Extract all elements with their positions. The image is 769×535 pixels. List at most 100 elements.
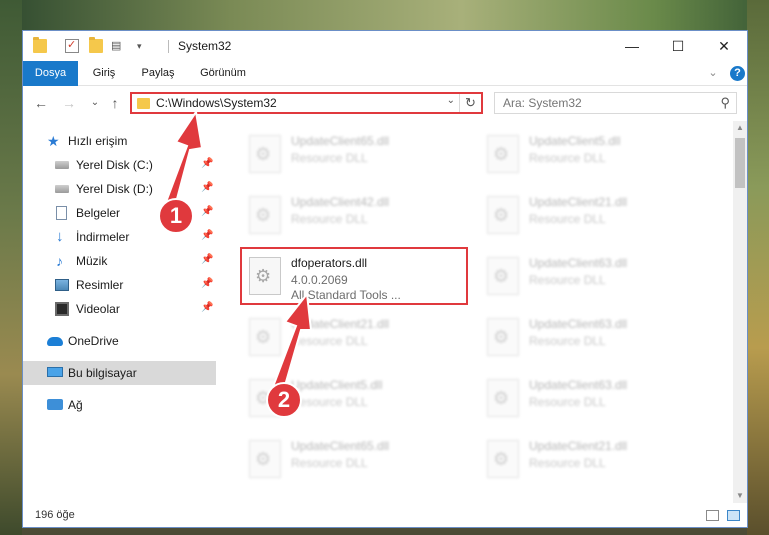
file-description: Resource DLL bbox=[529, 395, 606, 409]
pin-icon[interactable]: 📌 bbox=[201, 230, 213, 241]
file-description: Resource DLL bbox=[529, 151, 606, 165]
sidebar-item-local-disk-c[interactable]: Yerel Disk (C:) 📌 bbox=[23, 153, 216, 177]
vertical-scrollbar[interactable]: ▲ ▼ bbox=[733, 121, 747, 503]
file-description: Resource DLL bbox=[529, 334, 606, 348]
maximize-button[interactable]: ☐ bbox=[655, 31, 701, 61]
ribbon-tabs: Dosya Giriş Paylaş Görünüm ⌄ ? bbox=[23, 61, 747, 86]
dll-file-icon bbox=[487, 318, 519, 356]
sidebar-item-music[interactable]: ♪ Müzik 📌 bbox=[23, 249, 216, 273]
view-options-icon[interactable]: ▤ bbox=[111, 39, 125, 53]
desktop-background-left bbox=[0, 0, 22, 535]
file-name: UpdateClient5.dll bbox=[529, 134, 621, 148]
address-path[interactable]: C:\Windows\System32 bbox=[156, 96, 277, 110]
file-tile[interactable]: UpdateClient63.dll Resource DLL bbox=[479, 369, 709, 425]
file-tile[interactable]: UpdateClient42.dll Resource DLL bbox=[241, 186, 471, 242]
file-tile[interactable]: UpdateClient65.dll Resource DLL bbox=[241, 430, 471, 486]
address-dropdown-icon[interactable]: ⌄ bbox=[447, 95, 455, 106]
file-description: Resource DLL bbox=[291, 212, 368, 226]
up-button[interactable]: ↑ bbox=[107, 94, 123, 112]
file-description: Resource DLL bbox=[291, 334, 368, 348]
pin-icon[interactable]: 📌 bbox=[201, 278, 213, 289]
details-view-icon[interactable] bbox=[706, 510, 719, 521]
refresh-button[interactable]: ↻ bbox=[459, 94, 481, 112]
sidebar-item-pictures[interactable]: Resimler 📌 bbox=[23, 273, 216, 297]
file-tile[interactable]: UpdateClient21.dll Resource DLL bbox=[241, 308, 471, 364]
file-description: Resource DLL bbox=[529, 212, 606, 226]
sidebar-item-label: Yerel Disk (D:) bbox=[76, 182, 153, 196]
dll-file-icon bbox=[249, 318, 281, 356]
sidebar-item-label: Resimler bbox=[76, 278, 124, 292]
download-icon: ↓ bbox=[56, 228, 64, 245]
tiles-view-icon[interactable] bbox=[727, 510, 740, 521]
sidebar-item-this-pc[interactable]: Bu bilgisayar bbox=[23, 361, 216, 385]
minimize-button[interactable]: — bbox=[609, 31, 655, 61]
back-button[interactable]: ← bbox=[33, 94, 49, 112]
sidebar-item-network[interactable]: Ağ bbox=[23, 393, 216, 417]
search-icon[interactable]: ⚲ bbox=[720, 95, 730, 111]
tab-paylas[interactable]: Paylaş bbox=[131, 61, 185, 86]
sidebar-item-label: Müzik bbox=[76, 254, 108, 268]
address-bar[interactable]: C:\Windows\System32 ⌄ ↻ bbox=[130, 92, 483, 114]
search-box[interactable]: ⚲ bbox=[494, 92, 737, 114]
file-tile[interactable]: UpdateClient63.dll Resource DLL bbox=[479, 247, 709, 303]
sidebar-item-onedrive[interactable]: OneDrive bbox=[23, 329, 216, 353]
sidebar-item-label: Bu bilgisayar bbox=[68, 366, 137, 380]
network-icon bbox=[47, 399, 63, 410]
help-icon[interactable]: ? bbox=[730, 66, 745, 81]
documents-icon bbox=[56, 206, 67, 220]
new-folder-icon[interactable] bbox=[89, 37, 103, 53]
tab-dosya[interactable]: Dosya bbox=[23, 61, 78, 86]
tab-giris[interactable]: Giriş bbox=[81, 61, 127, 86]
customize-toolbar-icon[interactable]: ▾ bbox=[137, 39, 151, 53]
pin-icon[interactable]: 📌 bbox=[201, 158, 213, 169]
dll-file-icon bbox=[249, 196, 281, 234]
title-separator bbox=[168, 40, 169, 53]
navigation-pane: ★ Hızlı erişim Yerel Disk (C:) 📌 Yerel D… bbox=[23, 121, 216, 503]
file-tile[interactable]: UpdateClient65.dll Resource DLL bbox=[241, 125, 471, 181]
scroll-up-icon[interactable]: ▲ bbox=[733, 121, 747, 135]
file-tile[interactable]: UpdateClient21.dll Resource DLL bbox=[479, 430, 709, 486]
step-2-badge: 2 bbox=[266, 382, 302, 418]
sidebar-item-videos[interactable]: Videolar 📌 bbox=[23, 297, 216, 321]
forward-button[interactable]: → bbox=[61, 94, 77, 112]
dll-file-icon bbox=[487, 379, 519, 417]
scroll-down-icon[interactable]: ▼ bbox=[733, 489, 747, 503]
sidebar-item-local-disk-d[interactable]: Yerel Disk (D:) 📌 bbox=[23, 177, 216, 201]
pin-icon[interactable]: 📌 bbox=[201, 182, 213, 193]
pin-icon[interactable]: 📌 bbox=[201, 302, 213, 313]
close-button[interactable]: ✕ bbox=[701, 31, 747, 61]
sidebar-item-label: Ağ bbox=[68, 398, 83, 412]
sidebar-item-label: Hızlı erişim bbox=[68, 134, 128, 148]
file-tile[interactable]: UpdateClient21.dll Resource DLL bbox=[479, 186, 709, 242]
file-tile[interactable]: UpdateClient63.dll Resource DLL bbox=[479, 308, 709, 364]
drive-icon bbox=[55, 185, 69, 193]
tab-gorunum[interactable]: Görünüm bbox=[191, 61, 255, 86]
dll-file-icon bbox=[487, 440, 519, 478]
file-name: UpdateClient63.dll bbox=[529, 378, 628, 392]
recent-locations-button[interactable]: ⌄ bbox=[87, 94, 103, 112]
folder-icon bbox=[33, 37, 47, 53]
step-1-badge: 1 bbox=[158, 198, 194, 234]
file-description: Resource DLL bbox=[529, 273, 606, 287]
title-bar: ▤ ▾ System32 — ☐ ✕ bbox=[23, 31, 747, 61]
pin-icon[interactable]: 📌 bbox=[201, 254, 213, 265]
desktop-background-right bbox=[747, 0, 769, 535]
star-icon: ★ bbox=[47, 133, 60, 149]
computer-icon bbox=[47, 367, 63, 377]
file-description: Resource DLL bbox=[291, 151, 368, 165]
file-tile[interactable]: UpdateClient5.dll Resource DLL bbox=[479, 125, 709, 181]
search-input[interactable] bbox=[495, 93, 710, 113]
file-name: UpdateClient21.dll bbox=[529, 195, 628, 209]
sidebar-item-quick-access[interactable]: ★ Hızlı erişim bbox=[23, 129, 216, 153]
desktop-background-top bbox=[0, 0, 769, 30]
file-list: UpdateClient65.dll Resource DLL UpdateCl… bbox=[225, 121, 731, 503]
file-description: Resource DLL bbox=[529, 456, 606, 470]
pin-icon[interactable]: 📌 bbox=[201, 206, 213, 217]
dll-file-icon bbox=[249, 135, 281, 173]
expand-ribbon-icon[interactable]: ⌄ bbox=[703, 61, 723, 86]
file-name: UpdateClient65.dll bbox=[291, 134, 390, 148]
properties-icon[interactable] bbox=[65, 38, 79, 53]
scroll-thumb[interactable] bbox=[735, 138, 745, 188]
file-name: UpdateClient5.dll bbox=[291, 378, 383, 392]
file-description: Resource DLL bbox=[291, 456, 368, 470]
